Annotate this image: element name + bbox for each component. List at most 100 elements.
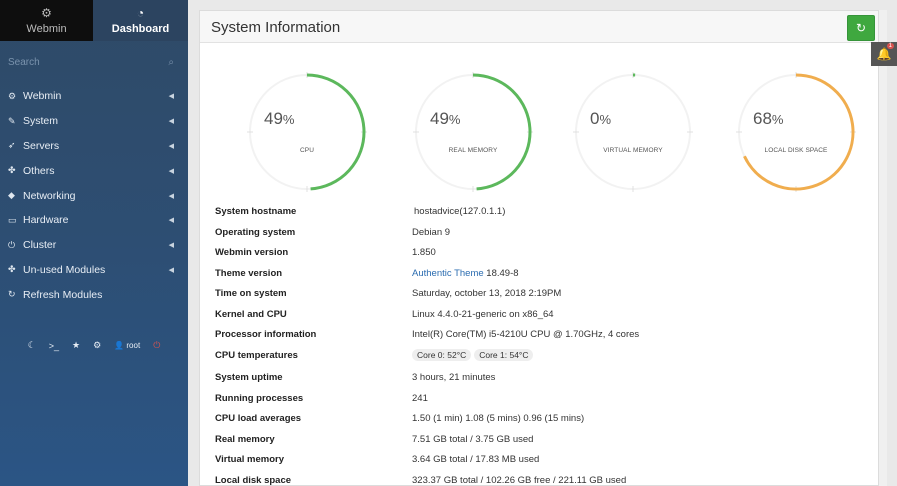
refresh-icon: ↻ — [8, 289, 16, 300]
gauge-ring — [736, 72, 856, 192]
system-information-panel: System Information ↻ 49% CPU 49% REAL ME… — [199, 10, 879, 486]
gauge-ring — [247, 72, 367, 192]
search-input[interactable] — [4, 50, 184, 74]
tab-webmin-label: Webmin — [26, 23, 67, 35]
power-icon: ⏻ — [8, 239, 16, 250]
user-menu[interactable]: 👤 root — [114, 341, 140, 350]
terminal-icon[interactable]: >_ — [49, 341, 59, 351]
gauge-arc — [743, 73, 855, 191]
gauge-real-memory: 49% REAL MEMORY — [408, 67, 538, 197]
page-scrollbar[interactable] — [879, 10, 887, 486]
gauge-percent: 68% — [753, 109, 784, 128]
uptime-link[interactable]: 3 hours, 21 minutes — [412, 372, 495, 383]
sidebar-item-label: Servers — [23, 139, 60, 152]
notifications-button[interactable]: 🔔 1 — [871, 42, 897, 66]
table-row: Time on system Saturday, october 13, 2018… — [215, 288, 562, 299]
gauge-cpu: 49% CPU — [242, 67, 372, 197]
sidebar-item-networking[interactable]: ◆ Networking ◀ — [0, 183, 188, 208]
tab-webmin[interactable]: ⚙ Webmin — [0, 0, 93, 41]
gauge-arc — [472, 73, 532, 191]
favorites-star-icon[interactable]: ★ — [72, 340, 80, 351]
temperature-badge: Core 1: 54°C — [474, 348, 534, 361]
puzzle-icon: ✤ — [8, 165, 16, 176]
table-row: Running processes 241 — [215, 392, 428, 404]
caret-left-icon: ◀ — [168, 217, 174, 225]
refresh-button[interactable]: ↻ — [847, 15, 875, 41]
theme-link[interactable]: Authentic Theme — [412, 268, 484, 279]
username: root — [126, 341, 141, 350]
gauge-label: VIRTUAL MEMORY — [603, 147, 663, 154]
gauge-label: CPU — [299, 147, 315, 154]
caret-left-icon: ◀ — [168, 242, 174, 250]
sidebar-item-label: Others — [23, 164, 55, 177]
table-row: System hostname hostadvice(127.0.1.1) — [215, 206, 506, 217]
caret-left-icon: ◀ — [168, 266, 174, 274]
sidebar-item-label: Un-used Modules — [23, 263, 106, 276]
settings-icon[interactable]: ⚙ — [93, 340, 101, 351]
rocket-icon: ➶ — [8, 140, 16, 151]
sidebar-item-webmin[interactable]: ⚙ Webmin ◀ — [0, 84, 188, 109]
gauge-percent: 49% — [264, 109, 295, 128]
logout-icon[interactable]: ⏻ — [153, 340, 160, 351]
sidebar-item-hardware[interactable]: ▭ Hardware ◀ — [0, 208, 188, 233]
caret-left-icon: ◀ — [168, 192, 174, 200]
sidebar-tabs: ⚙ Webmin ◔ Dashboard — [0, 0, 188, 41]
table-row: Virtual memory 3.64 GB total / 17.83 MB u… — [215, 454, 540, 465]
sidebar-item-system[interactable]: ✎ System ◀ — [0, 109, 188, 134]
table-row: Theme version Authentic Theme 18.49-8 — [215, 267, 519, 279]
page-title: System Information — [211, 19, 341, 36]
puzzle-icon: ✤ — [8, 264, 16, 275]
bell-icon: 🔔 — [876, 47, 892, 61]
user-icon: 👤 — [114, 341, 125, 350]
gauge-virtual-memory: 0% VIRTUAL MEMORY — [568, 67, 698, 197]
table-row: CPU load averages 1.50 (1 min) 1.08 (5 mi… — [215, 413, 585, 424]
sidebar-item-label: Webmin — [23, 90, 62, 103]
caret-left-icon: ◀ — [168, 93, 174, 101]
sidebar-item-unused-modules[interactable]: ✤ Un-used Modules ◀ — [0, 258, 188, 283]
table-row: Local disk space 323.37 GB total / 102.26… — [215, 474, 627, 486]
sidebar-item-servers[interactable]: ➶ Servers ◀ — [0, 134, 188, 159]
search-icon[interactable]: ⌕ — [168, 57, 174, 68]
sidebar-item-label: Hardware — [23, 214, 69, 227]
gauge-arc — [306, 73, 366, 191]
gauge-ring — [573, 72, 693, 192]
gauge-ring — [413, 72, 533, 192]
table-row: System uptime 3 hours, 21 minutes — [215, 372, 496, 383]
sidebar-bottom-toolbar: ☾ >_ ★ ⚙ 👤 root ⏻ — [0, 340, 188, 351]
gauge-percent: 0% — [590, 109, 612, 128]
notification-count: 1 — [886, 43, 894, 49]
sidebar-item-cluster[interactable]: ⏻ Cluster ◀ — [0, 233, 188, 258]
sidebar: ⚙ Webmin ◔ Dashboard ⌕ ⚙ Webmin ◀ ✎ System ◀… — [0, 0, 188, 486]
sidebar-item-refresh-modules[interactable]: ↻ Refresh Modules — [0, 282, 188, 307]
panel-header: System Information ↻ — [200, 11, 878, 43]
gear-icon: ⚙ — [8, 90, 17, 101]
sidebar-item-label: Cluster — [23, 239, 57, 252]
gauge-track — [575, 74, 691, 190]
table-row: Real memory 7.51 GB total / 3.75 GB used — [215, 433, 534, 445]
gauge-local-disk-space: 68% LOCAL DISK SPACE — [731, 67, 861, 197]
gauge-percent: 49% — [430, 109, 461, 128]
webmin-logo-icon: ⚙ — [41, 6, 52, 20]
sidebar-item-others[interactable]: ✤ Others ◀ — [0, 158, 188, 183]
sidebar-search: ⌕ — [0, 44, 188, 82]
caret-left-icon: ◀ — [168, 167, 174, 175]
drive-icon: ▭ — [8, 214, 17, 225]
table-row: Kernel and CPU Linux 4.4.0-21-generic on … — [215, 308, 554, 320]
table-row: Operating system Debian 9 — [215, 226, 451, 238]
sidebar-item-label: System — [23, 115, 59, 128]
processes-link[interactable]: 241 — [412, 393, 428, 404]
caret-left-icon: ◀ — [168, 118, 174, 126]
shield-icon: ◆ — [8, 190, 15, 201]
gauge-label: LOCAL DISK SPACE — [764, 147, 828, 154]
temperature-badge: Core 0: 52°C — [412, 348, 472, 361]
refresh-icon: ↻ — [855, 21, 867, 35]
tab-dashboard-label: Dashboard — [111, 23, 170, 35]
time-link[interactable]: Saturday, october 13, 2018 2:19PM — [412, 288, 561, 299]
wrench-icon: ✎ — [8, 115, 16, 126]
tab-dashboard[interactable]: ◔ Dashboard — [93, 0, 188, 41]
sidebar-item-label: Networking — [23, 189, 76, 202]
table-row: CPU temperatures Core 0: 52°C Core 1: 54°C — [215, 347, 875, 367]
gauges-row: 49% CPU 49% REAL MEMORY 0% VIRTUAL MEMOR… — [200, 53, 880, 203]
hostname-link[interactable]: hostadvice(127.0.1.1) — [414, 206, 505, 217]
night-mode-icon[interactable]: ☾ — [28, 340, 36, 351]
